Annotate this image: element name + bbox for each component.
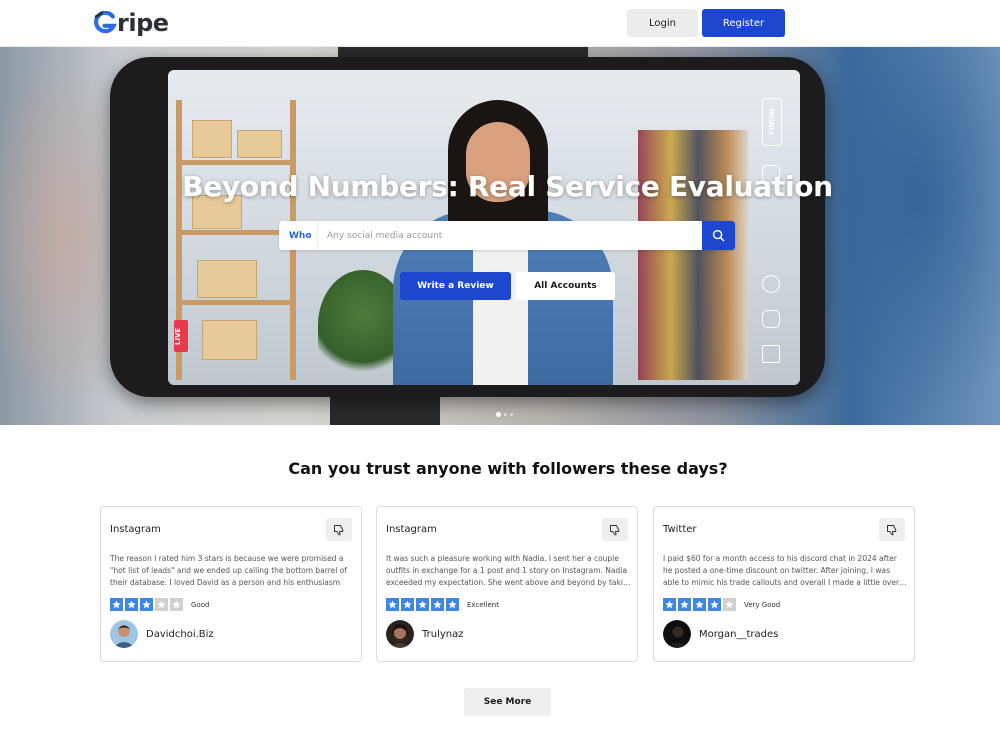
logo[interactable]: ripe — [92, 9, 169, 37]
star-icon — [663, 598, 676, 611]
dislike-button[interactable] — [879, 518, 905, 541]
logo-text: ripe — [117, 9, 169, 37]
review-text: The reason I rated him 3 stars is becaus… — [110, 554, 347, 587]
star-icon — [693, 598, 706, 611]
all-accounts-button[interactable]: All Accounts — [516, 272, 615, 300]
author-name: Trulynaz — [422, 628, 464, 640]
settings-icon — [762, 310, 780, 328]
star-icon — [140, 598, 153, 611]
review-platform: Twitter — [663, 524, 697, 535]
logo-g-icon — [94, 11, 117, 34]
magic-wand-icon — [762, 345, 780, 363]
site-header: ripe Login Register — [0, 0, 1000, 47]
star-icon — [678, 598, 691, 611]
star-icon — [170, 598, 183, 611]
dislike-button[interactable] — [326, 518, 352, 541]
live-badge: LIVE — [174, 320, 188, 352]
thumbs-down-icon — [334, 524, 344, 535]
author-name: Morgan__trades — [699, 628, 779, 640]
review-platform: Instagram — [386, 524, 437, 535]
hero-banner: LIVE FINISH Beyond Numbers: Real Service… — [0, 47, 1000, 425]
hero-title: Beyond Numbers: Real Service Evaluation — [182, 170, 833, 203]
dislike-button[interactable] — [602, 518, 628, 541]
carousel-indicators — [496, 412, 513, 417]
star-icon — [416, 598, 429, 611]
search-button[interactable] — [702, 221, 735, 250]
rating-label: Excellent — [467, 600, 499, 609]
register-button[interactable]: Register — [702, 9, 785, 37]
hero-background-blur — [800, 47, 1000, 425]
search-bar: Who — [279, 221, 735, 250]
review-text: It was such a pleasure working with Nadi… — [386, 554, 631, 587]
see-more-button[interactable]: See More — [464, 688, 551, 716]
star-icon — [386, 598, 399, 611]
finish-badge: FINISH — [762, 98, 782, 146]
star-icon — [125, 598, 138, 611]
rating-label: Good — [191, 600, 210, 609]
review-text: I paid $60 for a month access to his dis… — [663, 554, 907, 587]
star-icon — [431, 598, 444, 611]
star-icon — [446, 598, 459, 611]
review-platform: Instagram — [110, 524, 161, 535]
carousel-dot[interactable] — [504, 413, 507, 416]
avatar — [386, 620, 414, 648]
write-review-button[interactable]: Write a Review — [400, 272, 511, 300]
star-icon — [401, 598, 414, 611]
star-icon — [723, 598, 736, 611]
review-author[interactable]: Morgan__trades — [663, 620, 778, 648]
star-icon — [155, 598, 168, 611]
clothes-rack-illustration — [638, 130, 748, 380]
avatar — [110, 620, 138, 648]
review-card[interactable]: Instagram It was such a pleasure working… — [376, 506, 638, 662]
rating-label: Very Good — [744, 600, 781, 609]
review-card[interactable]: Instagram The reason I rated him 3 stars… — [100, 506, 362, 662]
review-card[interactable]: Twitter I paid $60 for a month access to… — [653, 506, 915, 662]
carousel-dot[interactable] — [510, 413, 513, 416]
sparkle-icon — [762, 275, 780, 293]
thumbs-down-icon — [610, 524, 620, 535]
star-rating: Good — [110, 598, 209, 611]
section-title: Can you trust anyone with followers thes… — [288, 459, 728, 478]
star-rating: Very Good — [663, 598, 780, 611]
star-rating: Excellent — [386, 598, 499, 611]
shelf-illustration — [176, 100, 296, 380]
author-name: Davidchoi.Biz — [146, 628, 214, 640]
search-icon — [712, 229, 725, 242]
avatar — [663, 620, 691, 648]
login-button[interactable]: Login — [627, 9, 698, 37]
star-icon — [708, 598, 721, 611]
review-author[interactable]: Trulynaz — [386, 620, 464, 648]
search-input[interactable] — [317, 221, 702, 250]
review-author[interactable]: Davidchoi.Biz — [110, 620, 214, 648]
carousel-dot[interactable] — [496, 412, 501, 417]
thumbs-down-icon — [887, 524, 897, 535]
star-icon — [110, 598, 123, 611]
search-who-label: Who — [289, 230, 312, 241]
